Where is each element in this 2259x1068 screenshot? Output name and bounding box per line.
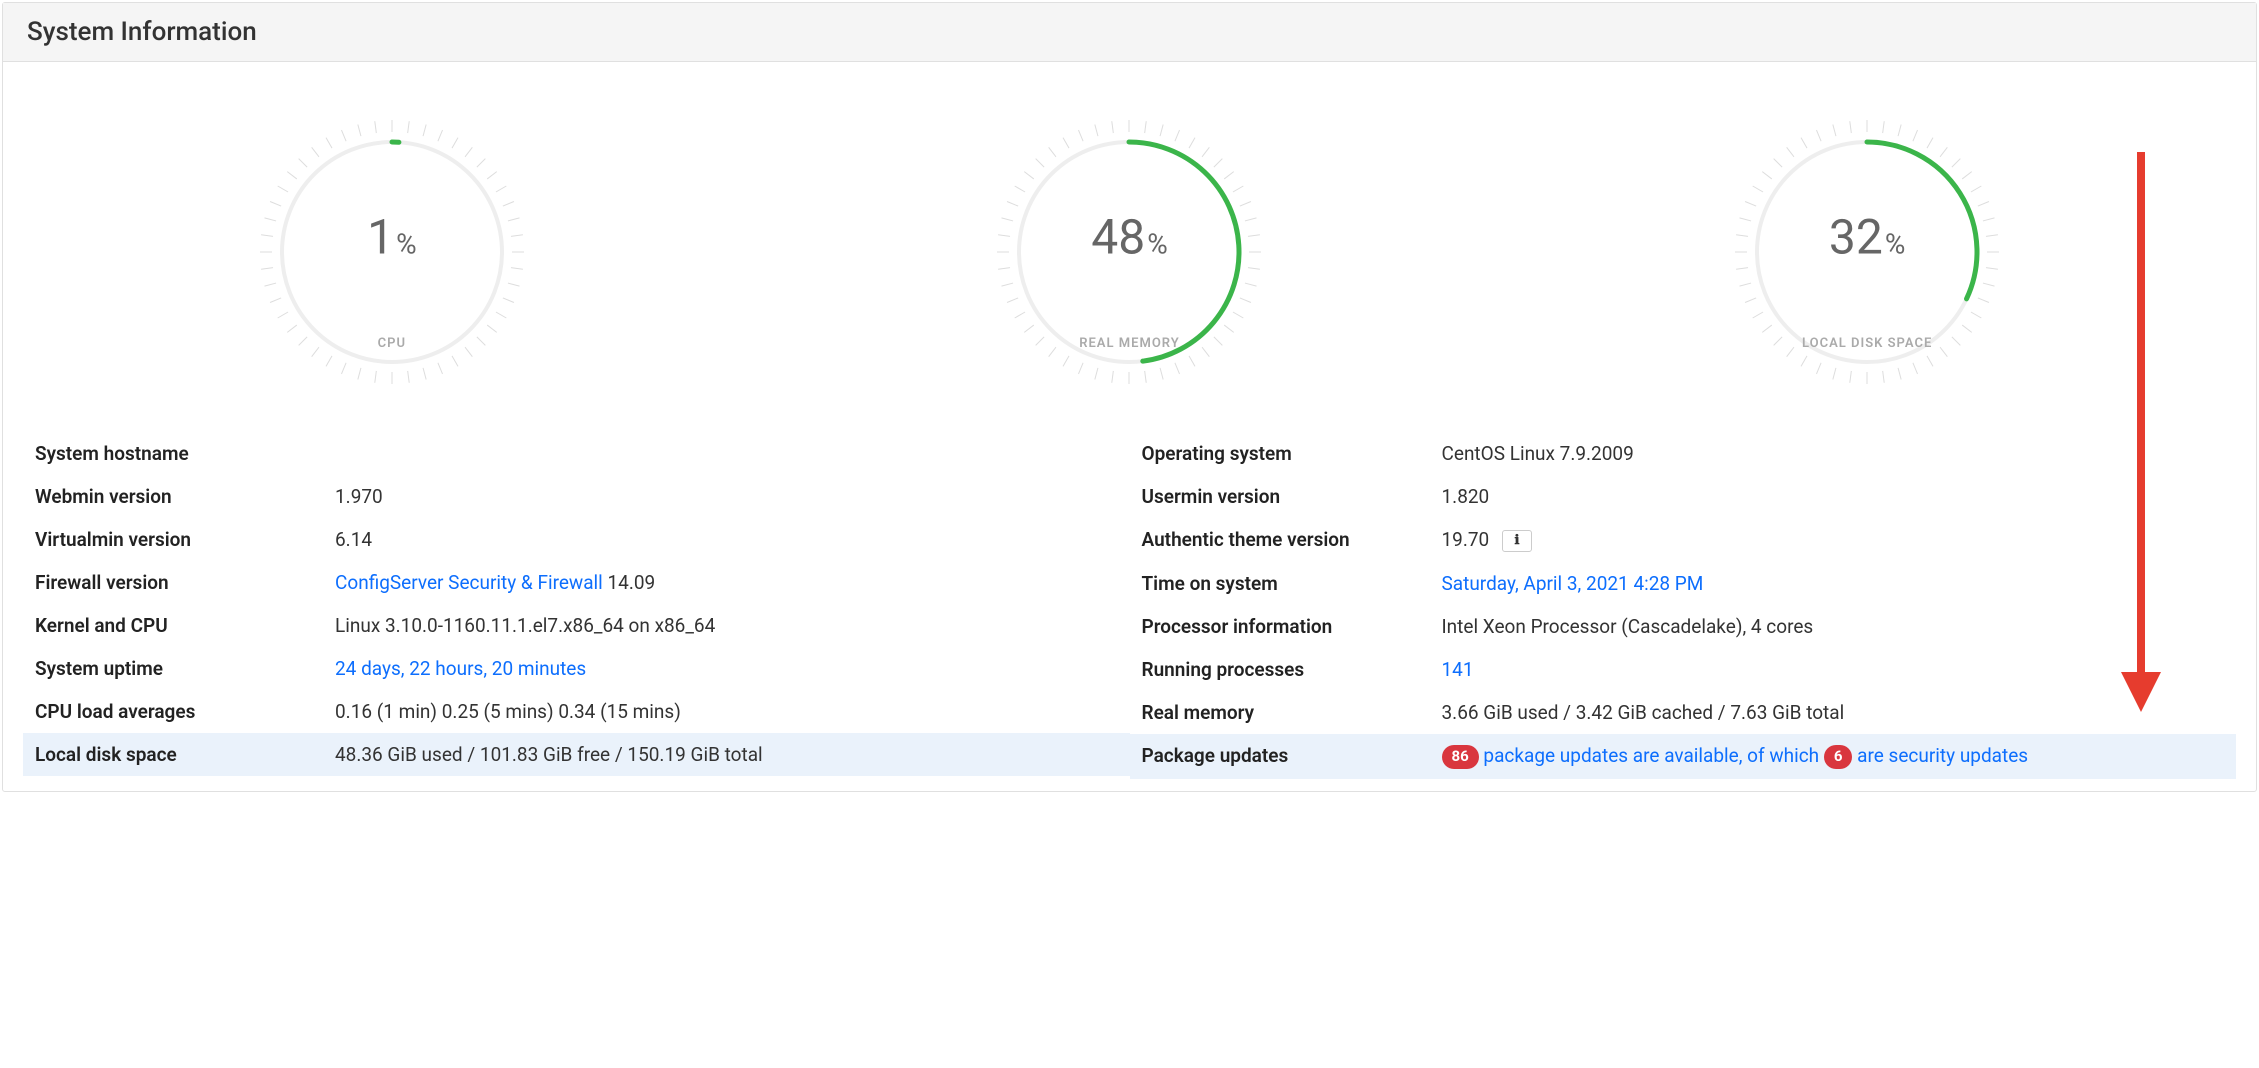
- usermin-version-value: 1.820: [1442, 485, 2225, 508]
- panel-body: 1% CPU 48% REAL MEMORY 32% LOCAL DISK SP…: [3, 62, 2256, 791]
- info-col-left: System hostname Webmin version 1.970 Vir…: [23, 432, 1130, 779]
- package-count-badge[interactable]: 86: [1442, 745, 1479, 769]
- cpu-gauge-label: CPU: [242, 336, 542, 351]
- uptime-link[interactable]: 24 days, 22 hours, 20 minutes: [335, 657, 586, 680]
- real-memory-label: Real memory: [1142, 701, 1442, 724]
- theme-version-label: Authentic theme version: [1142, 528, 1442, 551]
- theme-info-button[interactable]: ℹ: [1502, 530, 1532, 552]
- memory-gauge-unit: %: [1147, 228, 1168, 261]
- firewall-version-label: Firewall version: [35, 571, 335, 594]
- firewall-link[interactable]: ConfigServer Security & Firewall: [335, 571, 603, 594]
- info-col-right: Operating system CentOS Linux 7.9.2009 U…: [1130, 432, 2237, 779]
- uptime-label: System uptime: [35, 657, 335, 680]
- firewall-version-value: ConfigServer Security & Firewall 14.09: [335, 571, 1118, 594]
- disk-gauge-unit: %: [1885, 228, 1906, 261]
- processor-info-label: Processor information: [1142, 615, 1442, 638]
- panel-title: System Information: [3, 3, 2256, 62]
- package-updates-link[interactable]: package updates are available, of which: [1479, 744, 1824, 767]
- time-on-system-link[interactable]: Saturday, April 3, 2021 4:28 PM: [1442, 572, 1704, 595]
- time-on-system-label: Time on system: [1142, 572, 1442, 595]
- cpu-gauge-value: 1: [367, 209, 394, 266]
- hostname-label: System hostname: [35, 442, 335, 465]
- running-processes-label: Running processes: [1142, 658, 1442, 681]
- local-disk-value: 48.36 GiB used / 101.83 GiB free / 150.1…: [335, 743, 1118, 766]
- virtualmin-version-value: 6.14: [335, 528, 1118, 551]
- processor-info-value: Intel Xeon Processor (Cascadelake), 4 co…: [1442, 615, 2225, 638]
- os-value: CentOS Linux 7.9.2009: [1442, 442, 2225, 465]
- gauge-row: 1% CPU 48% REAL MEMORY 32% LOCAL DISK SP…: [23, 62, 2236, 432]
- kernel-value: Linux 3.10.0-1160.11.1.el7.x86_64 on x86…: [335, 614, 1118, 637]
- webmin-version-label: Webmin version: [35, 485, 335, 508]
- load-avg-label: CPU load averages: [35, 700, 335, 723]
- cpu-gauge: 1% CPU: [242, 102, 542, 402]
- local-disk-label: Local disk space: [35, 743, 335, 766]
- disk-gauge: 32% LOCAL DISK SPACE: [1717, 102, 2017, 402]
- os-label: Operating system: [1142, 442, 1442, 465]
- package-updates-label: Package updates: [1142, 744, 1442, 767]
- memory-gauge: 48% REAL MEMORY: [979, 102, 1279, 402]
- system-info-panel: System Information 1% CPU 48% REAL MEMOR…: [2, 2, 2257, 792]
- info-grid: System hostname Webmin version 1.970 Vir…: [23, 432, 2236, 779]
- security-count-badge[interactable]: 6: [1824, 745, 1853, 769]
- running-processes-link[interactable]: 141: [1442, 658, 1474, 681]
- usermin-version-label: Usermin version: [1142, 485, 1442, 508]
- virtualmin-version-label: Virtualmin version: [35, 528, 335, 551]
- disk-gauge-label: LOCAL DISK SPACE: [1717, 336, 2017, 351]
- cpu-gauge-unit: %: [396, 228, 417, 261]
- firewall-version-number: 14.09: [603, 571, 655, 594]
- info-icon: ℹ: [1514, 533, 1519, 548]
- package-updates-value: 86 package updates are available, of whi…: [1442, 744, 2225, 769]
- memory-gauge-value: 48: [1091, 209, 1145, 266]
- webmin-version-value: 1.970: [335, 485, 1118, 508]
- load-avg-value: 0.16 (1 min) 0.25 (5 mins) 0.34 (15 mins…: [335, 700, 1118, 723]
- disk-gauge-value: 32: [1829, 209, 1883, 266]
- security-updates-link[interactable]: are security updates: [1852, 744, 2028, 767]
- real-memory-value: 3.66 GiB used / 3.42 GiB cached / 7.63 G…: [1442, 701, 2225, 724]
- kernel-label: Kernel and CPU: [35, 614, 335, 637]
- theme-version-value: 19.70: [1442, 528, 1490, 551]
- memory-gauge-label: REAL MEMORY: [979, 336, 1279, 351]
